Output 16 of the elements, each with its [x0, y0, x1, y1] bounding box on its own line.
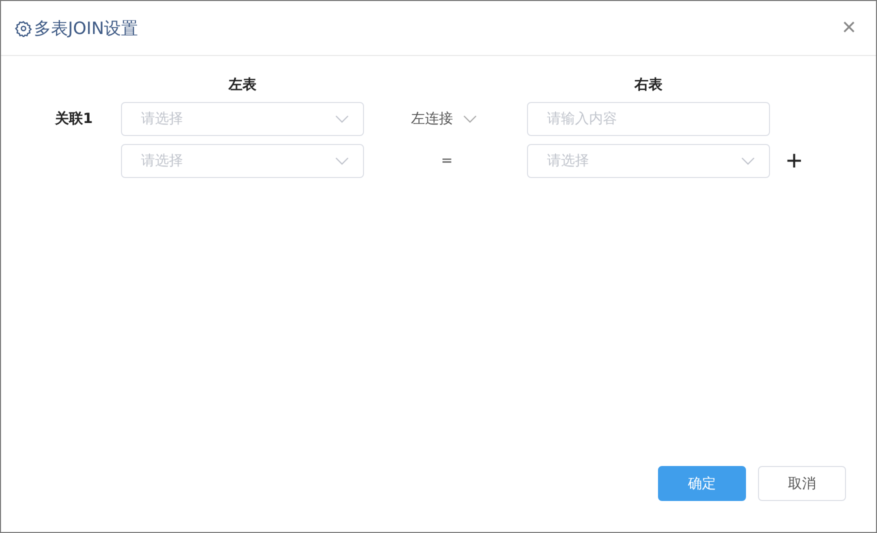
column-header: 右表	[634, 76, 662, 94]
join-type-dropdown[interactable]: 左连接	[411, 110, 453, 128]
settings-icon	[15, 20, 32, 36]
chevron-down-icon	[463, 115, 477, 123]
confirm-button[interactable]: 确定	[658, 466, 746, 501]
dialog-title: 多表JOIN设置	[34, 18, 138, 40]
chevron-down-icon	[335, 115, 349, 123]
chevron-down-icon	[741, 157, 755, 165]
relation-label: 关联1	[55, 110, 93, 128]
input-field[interactable]: 请输入内容	[527, 102, 770, 136]
close-button[interactable]: ×	[842, 16, 856, 40]
add-button[interactable]: +	[786, 147, 802, 175]
equals-sign: =	[441, 153, 453, 169]
cancel-button[interactable]: 取消	[758, 466, 846, 501]
column-header: 左表	[228, 76, 256, 94]
chevron-down-icon	[335, 157, 349, 165]
